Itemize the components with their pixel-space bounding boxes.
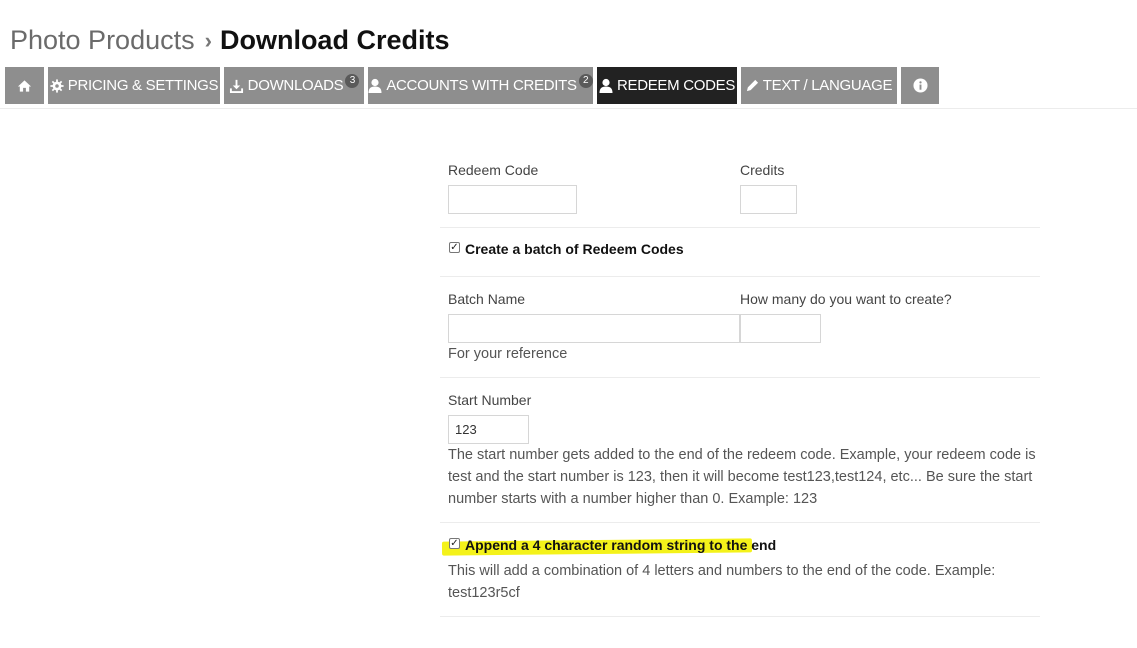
redeem-code-label: Redeem Code	[448, 162, 539, 178]
home-icon	[17, 79, 32, 93]
batch-name-label: Batch Name	[448, 291, 526, 307]
append-random-help: This will add a combination of 4 letters…	[448, 563, 996, 601]
credits-label: Credits	[740, 162, 785, 178]
start-number-help: The start number gets added to the end o…	[448, 447, 1036, 507]
tab-pricing-settings[interactable]: PRICING & SETTINGS	[48, 67, 220, 104]
tab-label: DOWNLOADS	[247, 77, 344, 94]
how-many-label: How many do you want to create?	[740, 291, 952, 307]
credits-input[interactable]	[740, 185, 797, 214]
info-icon	[912, 78, 928, 93]
divider	[440, 616, 1040, 617]
tab-label: ACCOUNTS WITH CREDITS	[386, 77, 577, 94]
redeem-code-input[interactable]	[448, 185, 577, 214]
start-number-label: Start Number	[448, 392, 532, 408]
batch-name-help: For your reference	[448, 346, 568, 362]
breadcrumb-parent[interactable]: Photo Products	[10, 25, 195, 56]
downloads-count-badge: 3	[345, 73, 360, 88]
tab-label: TEXT / LANGUAGE	[762, 77, 893, 94]
tab-accounts-with-credits[interactable]: ACCOUNTS WITH CREDITS 2	[368, 67, 593, 104]
tab-bar-divider	[0, 108, 1137, 109]
accounts-count-badge: 2	[578, 73, 593, 88]
tab-text-language[interactable]: TEXT / LANGUAGE	[741, 67, 897, 104]
tab-info[interactable]	[901, 67, 939, 104]
page-title: Download Credits	[219, 24, 450, 55]
append-random-checkbox[interactable]: ✓	[449, 538, 460, 549]
batch-name-input[interactable]	[448, 314, 740, 343]
batch-checkbox-label[interactable]: Create a batch of Redeem Codes	[465, 241, 684, 257]
user-icon	[368, 78, 382, 93]
breadcrumb: Photo Products › Download Credits	[10, 20, 449, 60]
divider	[440, 227, 1040, 228]
tab-bar: PRICING & SETTINGS DOWNLOADS 3 ACCOUNTS …	[5, 67, 943, 104]
download-icon	[229, 79, 244, 93]
divider	[440, 522, 1040, 523]
how-many-input[interactable]	[740, 314, 821, 343]
breadcrumb-separator: ›	[204, 28, 212, 53]
start-number-input[interactable]	[448, 415, 529, 444]
append-random-checkbox-label[interactable]: Append a 4 character random string to th…	[465, 537, 776, 553]
gear-icon	[50, 78, 64, 93]
tab-downloads[interactable]: DOWNLOADS 3	[224, 67, 364, 104]
tab-home[interactable]	[5, 67, 44, 104]
tab-label: PRICING & SETTINGS	[67, 77, 219, 94]
tab-redeem-codes[interactable]: REDEEM CODES	[597, 67, 737, 104]
batch-checkbox[interactable]: ✓	[449, 242, 460, 253]
tab-label: REDEEM CODES	[616, 77, 736, 94]
divider	[440, 276, 1040, 277]
pencil-icon	[746, 79, 759, 92]
divider	[440, 377, 1040, 378]
user-icon	[599, 78, 613, 93]
